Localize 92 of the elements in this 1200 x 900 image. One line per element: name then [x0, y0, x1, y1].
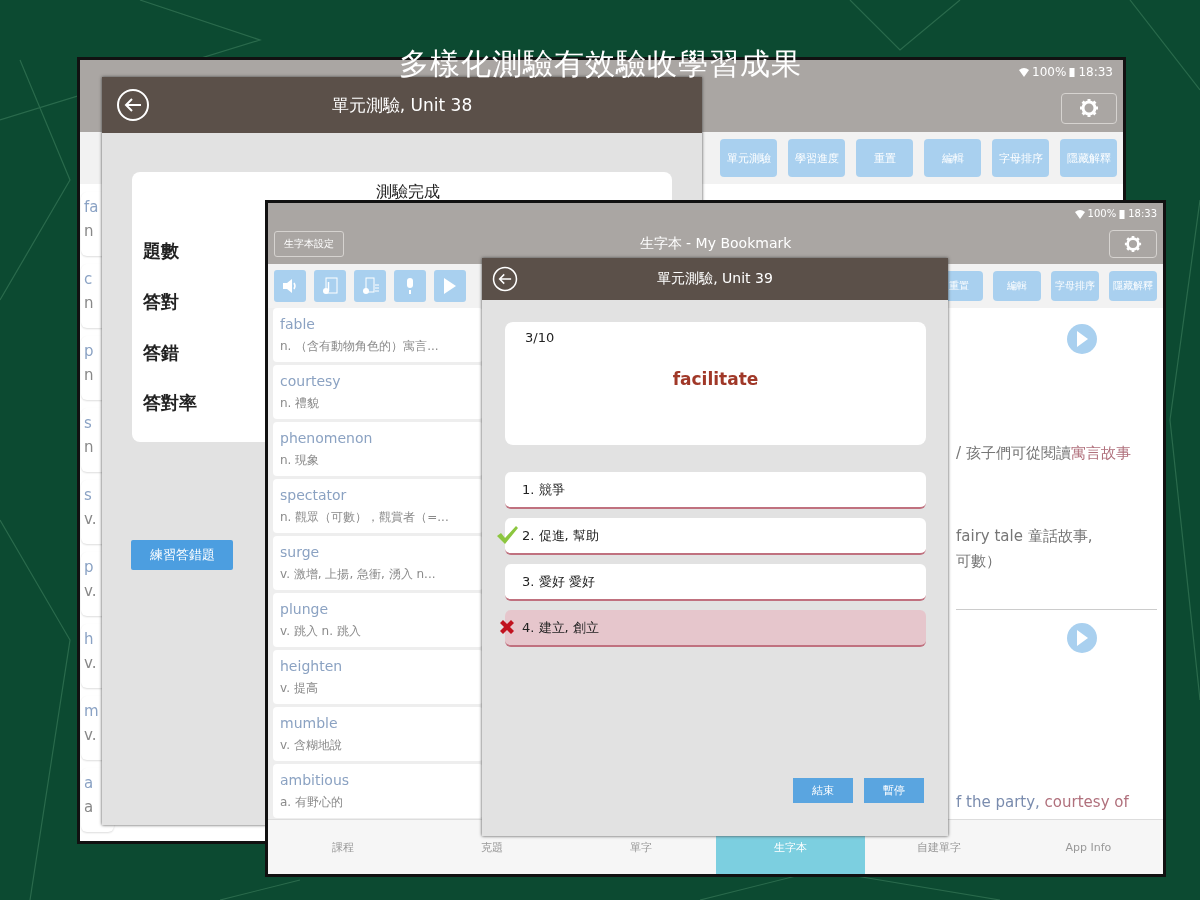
wifi-icon	[1019, 67, 1030, 77]
answer-option[interactable]: 2. 促進, 幫助	[505, 518, 926, 555]
settings-icon	[1124, 235, 1142, 253]
definition-text: v. 含糊地說	[280, 736, 343, 754]
example-text: / 孩子們可從閱讀寓言故事	[956, 444, 1132, 463]
word-text: p	[84, 558, 94, 576]
example-text: 可數）	[956, 552, 1002, 571]
progress-text: 3/10	[525, 330, 556, 345]
word-text: s	[84, 486, 92, 504]
note-button[interactable]	[314, 270, 346, 302]
practice-wrong-button[interactable]: 練習答錯題	[131, 540, 233, 570]
word-list-item[interactable]: fable n. （含有動物角色的）寓言...	[273, 308, 483, 362]
quiz-button[interactable]: 結束	[793, 778, 853, 803]
stat-label: 答錯	[143, 340, 179, 365]
nav-tab[interactable]: App Info	[1013, 820, 1163, 874]
definition-text: n	[84, 366, 94, 384]
result-heading: 測驗完成	[375, 182, 440, 203]
word-list-item[interactable]: courtesy n. 禮貌	[273, 365, 483, 419]
back-icon[interactable]	[492, 266, 518, 292]
word-list-item[interactable]: surge v. 激增, 上揚, 急衝, 湧入 n...	[273, 536, 483, 590]
battery-icon	[1069, 67, 1076, 77]
answer-option[interactable]: 3. 愛好 愛好	[505, 564, 926, 601]
word-text: ambitious	[280, 771, 351, 788]
back-icon[interactable]	[116, 88, 150, 122]
word-list-item[interactable]: spectator n. 觀眾（可數），觀賞者（=...	[273, 479, 483, 533]
definition-text: n	[84, 294, 94, 312]
word-text: fable	[280, 315, 316, 332]
definition-text: a	[84, 798, 94, 816]
word-text: mumble	[280, 714, 339, 731]
definition-text: n	[84, 438, 94, 456]
answer-option[interactable]: 4. 建立, 創立	[505, 610, 926, 647]
word-list-item[interactable]: ambitious a. 有野心的	[273, 764, 483, 818]
definition-text: v.	[84, 582, 97, 600]
question-word: facilitate	[672, 369, 759, 389]
word-text: h	[84, 630, 94, 648]
definition-text: n. 禮貌	[280, 394, 321, 412]
wifi-icon	[1074, 208, 1085, 219]
definition-text: n. 現象	[280, 451, 321, 469]
word-text: courtesy	[280, 372, 342, 389]
clock: 18:33	[1078, 65, 1113, 79]
definition-text: a. 有野心的	[280, 793, 344, 811]
example-text: fairy tale 童話故事,	[956, 527, 1094, 546]
music-list-icon	[360, 276, 380, 296]
definition-text: v.	[84, 654, 97, 672]
word-text: phenomenon	[280, 429, 374, 446]
play-audio-icon[interactable]	[1067, 623, 1097, 653]
mic-button[interactable]	[394, 270, 426, 302]
stat-label: 答對	[143, 289, 179, 314]
word-list-item[interactable]: mumble v. 含糊地說	[273, 707, 483, 761]
word-text: a	[84, 774, 94, 792]
music-sheet-icon	[320, 276, 340, 296]
stat-label: 題數	[143, 239, 179, 263]
word-text: c	[84, 270, 93, 288]
word-text: fa	[84, 198, 99, 216]
bookmark-settings-button[interactable]: 生字本設定	[274, 231, 344, 257]
word-list-item[interactable]: plunge v. 跳入 n. 跳入	[273, 593, 483, 647]
word-text: p	[84, 342, 94, 360]
play-button[interactable]	[434, 270, 466, 302]
example-text: f the party, courtesy of	[956, 793, 1130, 811]
quiz-button[interactable]: 暫停	[864, 778, 924, 803]
word-list-item[interactable]: heighten v. 提高	[273, 650, 483, 704]
word-text: spectator	[280, 486, 348, 503]
dialog-title: 單元測驗, Unit 38	[331, 93, 473, 117]
word-text: m	[84, 702, 99, 720]
battery-level: 100%	[1032, 65, 1067, 79]
stat-label: 答對率	[143, 391, 197, 416]
dialog-title: 單元測驗, Unit 39	[657, 270, 773, 288]
screen-title: 生字本 - My Bookmark	[639, 235, 792, 253]
clock: 18:33	[1128, 208, 1157, 219]
definition-text: v.	[84, 726, 97, 744]
word-text: heighten	[280, 657, 344, 674]
word-list-item[interactable]: phenomenon n. 現象	[273, 422, 483, 476]
settings-button[interactable]	[1109, 230, 1157, 258]
word-text: s	[84, 414, 92, 432]
definition-text: n. 觀眾（可數），觀賞者（=...	[280, 508, 450, 526]
definition-text: n	[84, 222, 94, 240]
settings-button[interactable]	[1061, 92, 1117, 124]
answer-option[interactable]: 1. 競爭	[505, 472, 926, 509]
battery-icon	[1119, 208, 1126, 219]
settings-icon	[1079, 98, 1099, 118]
play-audio-icon[interactable]	[1067, 324, 1097, 354]
definition-text: n. （含有動物角色的）寓言...	[280, 337, 440, 355]
definition-text: v. 激增, 上揚, 急衝, 湧入 n...	[280, 565, 437, 583]
battery-level: 100%	[1087, 208, 1117, 219]
notes-button[interactable]	[354, 270, 386, 302]
nav-tab[interactable]: 課程	[268, 820, 418, 874]
definition-text: v. 提高	[280, 679, 319, 697]
definition-text: v.	[84, 510, 97, 528]
definition-text: v. 跳入 n. 跳入	[280, 622, 362, 640]
word-text: surge	[280, 543, 321, 560]
speaker-button[interactable]	[274, 270, 306, 302]
word-text: plunge	[280, 600, 330, 617]
